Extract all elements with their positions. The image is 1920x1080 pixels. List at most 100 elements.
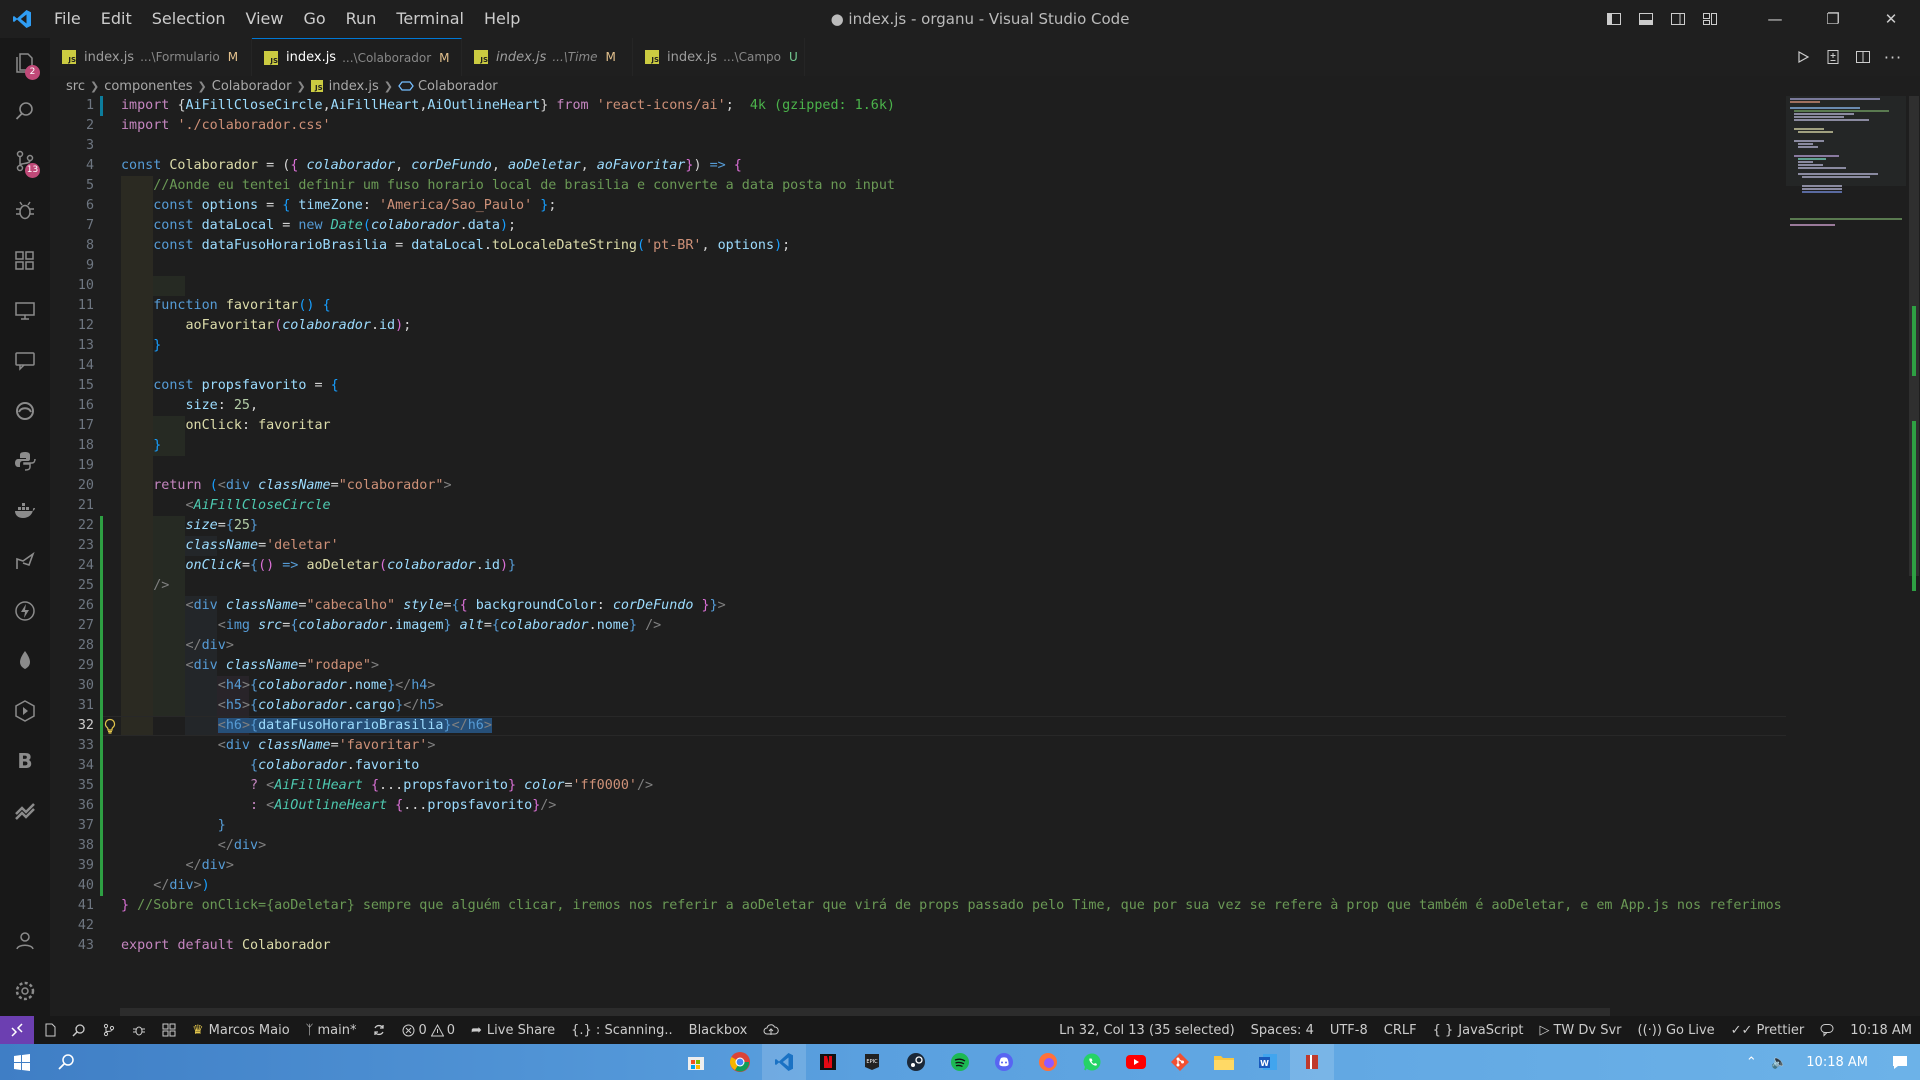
menu-selection[interactable]: Selection bbox=[142, 0, 236, 38]
toggle-primary-sidebar-icon[interactable] bbox=[1598, 0, 1630, 38]
code-text: </div> bbox=[217, 838, 267, 853]
menu-edit[interactable]: Edit bbox=[91, 0, 142, 38]
sb-encoding[interactable]: UTF-8 bbox=[1322, 1016, 1376, 1044]
remote-explorer-icon[interactable] bbox=[0, 288, 50, 334]
split-editor-icon[interactable] bbox=[1848, 38, 1878, 76]
lightbulb-icon[interactable] bbox=[100, 716, 120, 736]
sb-language[interactable]: { } JavaScript bbox=[1425, 1016, 1532, 1044]
sb-feedback-icon[interactable] bbox=[1812, 1016, 1842, 1044]
netflix-icon[interactable] bbox=[806, 1044, 850, 1080]
menu-help[interactable]: Help bbox=[474, 0, 530, 38]
remote-indicator-icon[interactable] bbox=[0, 1016, 34, 1044]
volume-icon[interactable]: 🔈 bbox=[1764, 1055, 1794, 1070]
flag-app-icon[interactable] bbox=[1290, 1044, 1334, 1080]
sb-blackbox[interactable]: Blackbox bbox=[681, 1016, 756, 1044]
sb-debug-icon[interactable] bbox=[124, 1016, 154, 1044]
sb-branch[interactable]: ᛉ main* bbox=[298, 1016, 365, 1044]
sb-tw-server[interactable]: ▷ TW Dv Svr bbox=[1531, 1016, 1629, 1044]
tab-campo[interactable]: JS index.js ...\Campo U bbox=[633, 38, 805, 76]
explorer-icon[interactable]: 2 bbox=[0, 40, 50, 86]
sb-cloud-icon[interactable] bbox=[755, 1016, 787, 1044]
accounts-icon[interactable] bbox=[0, 918, 50, 964]
mongodb-icon[interactable] bbox=[0, 638, 50, 684]
sb-cursor-position[interactable]: Ln 32, Col 13 (35 selected) bbox=[1051, 1016, 1243, 1044]
code-line: 3 bbox=[50, 136, 1786, 156]
windows-store-icon[interactable] bbox=[674, 1044, 718, 1080]
search-icon[interactable] bbox=[0, 88, 50, 134]
settings-gear-icon[interactable] bbox=[0, 968, 50, 1014]
tab-colaborador[interactable]: JS index.js ...\Colaborador M bbox=[252, 38, 462, 76]
sb-prettier[interactable]: ✓✓ Prettier bbox=[1723, 1016, 1813, 1044]
epic-games-icon[interactable]: EPIC bbox=[850, 1044, 894, 1080]
youtube-icon[interactable] bbox=[1114, 1044, 1158, 1080]
search-taskbar-icon[interactable] bbox=[44, 1044, 88, 1080]
discord-icon[interactable] bbox=[982, 1044, 1026, 1080]
menu-terminal[interactable]: Terminal bbox=[386, 0, 474, 38]
show-hidden-icons-icon[interactable]: ⌃ bbox=[1738, 1055, 1764, 1070]
live-share-icon[interactable] bbox=[0, 538, 50, 584]
open-changes-icon[interactable] bbox=[1818, 38, 1848, 76]
breadcrumb-symbol[interactable]: Colaborador bbox=[418, 79, 498, 94]
more-actions-icon[interactable]: ··· bbox=[1878, 38, 1908, 76]
menu-view[interactable]: View bbox=[236, 0, 294, 38]
sb-sync-icon[interactable] bbox=[364, 1016, 394, 1044]
sb-search-icon[interactable] bbox=[64, 1016, 94, 1044]
vertical-scrollbar[interactable] bbox=[1906, 96, 1920, 1016]
edge-devtools-icon[interactable] bbox=[0, 388, 50, 434]
menu-run[interactable]: Run bbox=[336, 0, 387, 38]
toggle-panel-icon[interactable] bbox=[1630, 0, 1662, 38]
minimap[interactable] bbox=[1786, 96, 1906, 1016]
breadcrumb-componentes[interactable]: componentes bbox=[104, 79, 192, 94]
run-code-icon[interactable] bbox=[1788, 38, 1818, 76]
whatsapp-icon[interactable] bbox=[1070, 1044, 1114, 1080]
breadcrumb-file[interactable]: index.js bbox=[329, 79, 379, 94]
thunder-client-icon[interactable] bbox=[0, 588, 50, 634]
blackbox-icon[interactable]: B bbox=[0, 738, 50, 784]
sb-indentation[interactable]: Spaces: 4 bbox=[1243, 1016, 1322, 1044]
windows-start-icon[interactable] bbox=[0, 1044, 44, 1080]
taskbar-clock[interactable]: 10:18 AM bbox=[1794, 1055, 1880, 1070]
file-explorer-icon[interactable] bbox=[1202, 1044, 1246, 1080]
menu-file[interactable]: File bbox=[44, 0, 91, 38]
sb-account[interactable]: ♛ Marcos Maio bbox=[184, 1016, 298, 1044]
sb-go-live[interactable]: ((·)) Go Live bbox=[1630, 1016, 1723, 1044]
breadcrumb-colaborador-folder[interactable]: Colaborador bbox=[212, 79, 292, 94]
tab-git-status: M bbox=[439, 50, 450, 65]
code-editor[interactable]: 1 import {AiFillCloseCircle,AiFillHeart,A… bbox=[50, 96, 1786, 1006]
sb-source-control-icon[interactable] bbox=[94, 1016, 124, 1044]
sb-scanning[interactable]: {.} : Scanning.. bbox=[563, 1016, 681, 1044]
run-debug-icon[interactable] bbox=[0, 188, 50, 234]
tab-time[interactable]: JS index.js ...\Time M bbox=[462, 38, 633, 76]
notifications-icon[interactable] bbox=[1880, 1054, 1920, 1070]
menu-go[interactable]: Go bbox=[293, 0, 335, 38]
docker-icon[interactable] bbox=[0, 488, 50, 534]
customize-layout-icon[interactable] bbox=[1694, 0, 1726, 38]
word-icon[interactable]: W bbox=[1246, 1044, 1290, 1080]
toggle-secondary-sidebar-icon[interactable] bbox=[1662, 0, 1694, 38]
breadcrumb-src[interactable]: src bbox=[66, 79, 85, 94]
sb-live-share[interactable]: ➦ Live Share bbox=[463, 1016, 563, 1044]
spotify-icon[interactable] bbox=[938, 1044, 982, 1080]
extensions-icon[interactable] bbox=[0, 238, 50, 284]
sb-eol[interactable]: CRLF bbox=[1376, 1016, 1425, 1044]
git-icon[interactable] bbox=[1158, 1044, 1202, 1080]
line-number: 11 bbox=[77, 298, 94, 313]
python-icon[interactable] bbox=[0, 438, 50, 484]
firefox-icon[interactable] bbox=[1026, 1044, 1070, 1080]
sb-explorer-icon[interactable] bbox=[34, 1016, 64, 1044]
vscode-taskbar-icon[interactable] bbox=[762, 1044, 806, 1080]
tab-formulario[interactable]: JS index.js ...\Formulario M bbox=[50, 38, 252, 76]
sb-extensions-icon[interactable] bbox=[154, 1016, 184, 1044]
line-number: 22 bbox=[77, 518, 94, 533]
minimize-button[interactable]: — bbox=[1746, 0, 1804, 38]
testing-icon[interactable] bbox=[0, 688, 50, 734]
chat-icon[interactable] bbox=[0, 338, 50, 384]
restore-button[interactable]: ❐ bbox=[1804, 0, 1862, 38]
chrome-icon[interactable] bbox=[718, 1044, 762, 1080]
source-control-icon[interactable]: 13 bbox=[0, 138, 50, 184]
sb-problems[interactable]: 0 0 bbox=[394, 1016, 463, 1044]
codeium-icon[interactable] bbox=[0, 788, 50, 834]
close-window-button[interactable]: ✕ bbox=[1862, 0, 1920, 38]
steam-icon[interactable] bbox=[894, 1044, 938, 1080]
horizontal-scrollbar[interactable] bbox=[120, 1008, 1610, 1016]
